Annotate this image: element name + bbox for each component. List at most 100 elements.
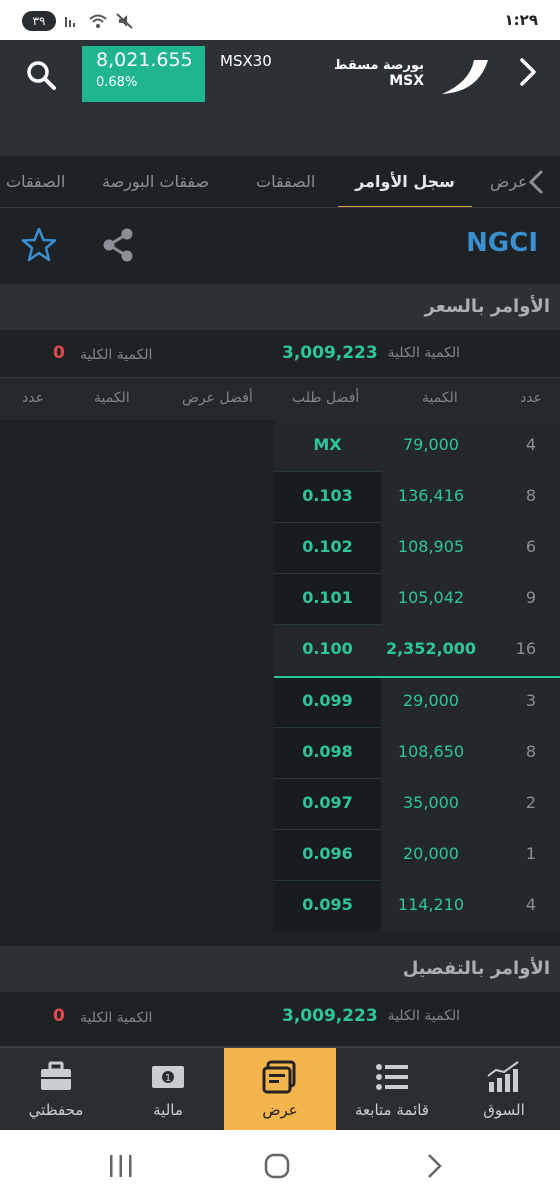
bid-price: 0.097	[302, 793, 353, 812]
ask-total-value: 0	[53, 343, 65, 363]
chevron-left-icon[interactable]	[526, 162, 546, 202]
brand-arabic: بورصة مسقط	[333, 58, 424, 73]
spread-divider	[274, 676, 560, 678]
ask-total-value: 0	[53, 1006, 65, 1026]
notification-badge: ٣٩	[22, 11, 56, 31]
order-book-columns: عدد الكمية أفضل طلب أفضل عرض الكمية عدد	[0, 378, 560, 420]
detail-totals: الكمية الكلية 3,009,223 الكمية الكلية 0	[0, 993, 560, 1047]
bid-price: 0.101	[302, 588, 353, 607]
bid-qty: 105,042	[397, 588, 465, 607]
bid-price: 0.102	[302, 537, 353, 556]
svg-text:1: 1	[165, 1073, 171, 1084]
nav-financial[interactable]: 1 مالية	[112, 1048, 224, 1131]
nav-label: محفظتي	[28, 1101, 84, 1119]
bid-count: 4	[525, 435, 536, 454]
col-qty-ask: الكمية	[94, 390, 130, 406]
bid-count: 9	[525, 588, 536, 607]
bid-total-label: الكمية الكلية	[387, 1008, 460, 1024]
tab-exchange-trades[interactable]: صفقات البورصة	[102, 156, 209, 207]
index-name: MSX30	[220, 52, 272, 70]
tab-trades[interactable]: الصفقات	[256, 156, 315, 207]
bid-count: 3	[525, 691, 536, 710]
table-row[interactable]: 0.100 2,352,000 16	[0, 624, 560, 675]
status-bar: ٣٩ ١:٢٩	[0, 0, 560, 40]
star-icon[interactable]	[20, 226, 58, 264]
mute-icon	[116, 13, 133, 29]
tab-order-book[interactable]: سجل الأوامر	[338, 156, 472, 207]
table-row[interactable]: 0.103 136,416 8	[0, 471, 560, 522]
wifi-icon	[89, 14, 107, 28]
table-row[interactable]: 0.101 105,042 9	[0, 573, 560, 624]
table-row[interactable]: 0.096 20,000 1	[0, 829, 560, 880]
table-row[interactable]: 0.097 35,000 2	[0, 778, 560, 829]
bid-qty: 108,650	[397, 742, 465, 761]
nav-portfolio[interactable]: محفظتي	[0, 1048, 112, 1131]
nav-label: مالية	[153, 1101, 183, 1119]
back-icon[interactable]	[420, 1152, 450, 1180]
nav-display[interactable]: عرض	[224, 1048, 336, 1131]
bid-qty: 35,000	[403, 793, 459, 812]
bid-qty: 29,000	[403, 691, 459, 710]
brand-english: MSX	[389, 73, 424, 89]
table-row[interactable]: 0.095 114,210 4	[0, 880, 560, 931]
stock-symbol: NGCI	[466, 228, 538, 258]
bid-qty: 136,416	[397, 486, 465, 505]
nav-market[interactable]: السوق	[448, 1048, 560, 1131]
bid-count: 2	[525, 793, 536, 812]
col-count-ask: عدد	[22, 390, 44, 406]
bid-count: 6	[525, 537, 536, 556]
header-band	[0, 126, 560, 156]
bid-qty: 2,352,000	[385, 639, 477, 658]
bid-total-value: 3,009,223	[282, 343, 378, 363]
bid-count: 1	[525, 844, 536, 863]
bid-qty: 108,905	[397, 537, 465, 556]
bid-price: 0.096	[302, 844, 353, 863]
col-qty-bid: الكمية	[422, 390, 458, 406]
signal-icon	[65, 17, 75, 27]
stock-bar: NGCI	[0, 208, 560, 284]
table-row[interactable]: 0.099 29,000 3	[0, 676, 560, 727]
bid-qty: 114,210	[397, 895, 465, 914]
bid-price: 0.103	[302, 486, 353, 505]
ask-total-label: الكمية الكلية	[80, 347, 153, 363]
col-best-ask: أفضل عرض	[182, 390, 253, 406]
list-icon	[376, 1064, 408, 1090]
table-row[interactable]: 0.098 108,650 8	[0, 727, 560, 778]
table-row[interactable]: MX 79,000 4	[0, 420, 560, 471]
section-title: الأوامر بالسعر	[424, 296, 551, 317]
bid-price: 0.099	[302, 691, 353, 710]
bid-qty: 79,000	[403, 435, 459, 454]
search-icon[interactable]	[24, 58, 58, 92]
bid-count: 8	[525, 486, 536, 505]
detail-orders-header: الأوامر بالتفصيل	[0, 946, 560, 992]
system-nav-bar	[0, 1130, 560, 1200]
nav-watchlist[interactable]: قائمة متابعة	[336, 1048, 448, 1131]
bid-price: 0.098	[302, 742, 353, 761]
index-change: 0.68%	[96, 75, 138, 90]
bid-count: 8	[525, 742, 536, 761]
recent-apps-icon[interactable]	[106, 1152, 136, 1180]
nav-label: عرض	[262, 1101, 298, 1119]
price-totals: الكمية الكلية 3,009,223 الكمية الكلية 0	[0, 330, 560, 378]
share-icon[interactable]	[100, 226, 136, 264]
banknote-icon: 1	[152, 1066, 184, 1088]
bottom-nav: محفظتي 1 مالية عرض قائمة متابعة السوق	[0, 1047, 560, 1131]
ask-total-label: الكمية الكلية	[80, 1010, 153, 1026]
tab-trades-clipped[interactable]: الصفقات	[6, 156, 65, 207]
nav-label: قائمة متابعة	[355, 1101, 429, 1119]
bid-total-label: الكمية الكلية	[387, 345, 460, 361]
col-count-bid: عدد	[520, 390, 542, 406]
price-orders-header: الأوامر بالسعر	[0, 284, 560, 330]
section-title: الأوامر بالتفصيل	[402, 958, 550, 979]
chevron-right-icon[interactable]	[514, 54, 542, 90]
brand-swoosh-icon	[442, 60, 488, 94]
home-icon[interactable]	[262, 1152, 292, 1180]
bid-count: 16	[515, 639, 536, 658]
table-row[interactable]: 0.102 108,905 6	[0, 522, 560, 573]
tab-display-clipped[interactable]: عرض	[490, 156, 528, 207]
app-header: 8,021.655 0.68% MSX30 بورصة مسقط MSX	[0, 40, 560, 126]
nav-label: السوق	[483, 1101, 525, 1119]
bid-price: 0.095	[302, 895, 353, 914]
bid-price: MX	[313, 435, 342, 454]
index-ticker[interactable]: 8,021.655 0.68%	[82, 46, 205, 102]
